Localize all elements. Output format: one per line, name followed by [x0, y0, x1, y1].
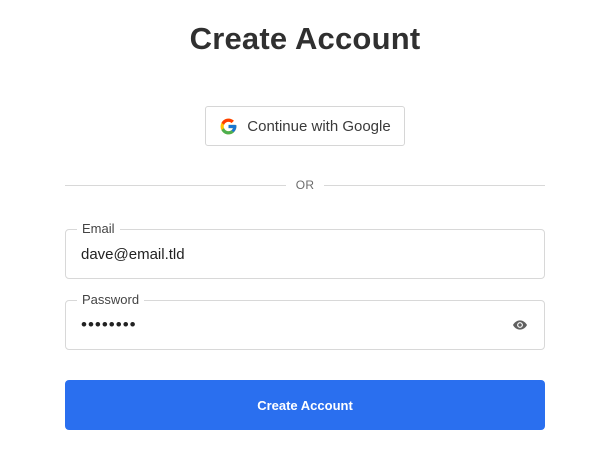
password-field-container: Password: [65, 292, 545, 350]
continue-with-google-button[interactable]: Continue with Google: [205, 106, 405, 146]
page-title: Create Account: [189, 21, 421, 56]
create-account-page: Create Account Continue with Google OR E…: [0, 0, 610, 456]
divider-text: OR: [295, 178, 315, 192]
divider-line-left: [65, 184, 286, 186]
eye-icon[interactable]: [512, 318, 528, 332]
email-input[interactable]: [81, 230, 501, 278]
create-account-button[interactable]: Create Account: [65, 380, 545, 430]
google-button-label: Continue with Google: [247, 117, 391, 135]
or-divider: OR: [65, 176, 545, 194]
email-field-container: Email: [65, 221, 545, 279]
google-g-icon: [219, 117, 238, 136]
password-input[interactable]: [81, 301, 501, 349]
divider-line-right: [324, 184, 545, 186]
